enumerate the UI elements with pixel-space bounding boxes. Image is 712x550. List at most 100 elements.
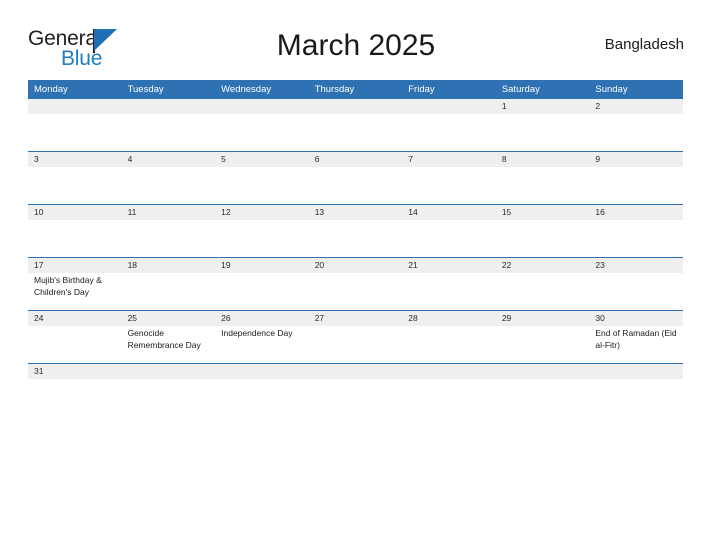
day-event <box>496 114 590 116</box>
day-number: 1 <box>495 99 590 114</box>
day-cell[interactable]: 17 Mujib's Birthday & Children's Day <box>28 257 122 311</box>
day-cell[interactable]: 26 Independence Day <box>215 310 309 364</box>
day-event <box>589 273 683 275</box>
day-number <box>121 364 216 379</box>
day-event <box>309 114 403 116</box>
day-number: 12 <box>215 205 309 220</box>
day-number <box>215 99 309 114</box>
day-cell[interactable]: 20 <box>308 257 403 311</box>
day-event <box>28 220 122 222</box>
day-cell[interactable]: 6 <box>308 151 403 205</box>
weekday-header-saturday: Saturday <box>495 80 590 99</box>
day-event <box>496 326 590 328</box>
day-cell[interactable]: 24 <box>28 310 122 364</box>
day-number: 16 <box>589 205 683 220</box>
weekday-header-thursday: Thursday <box>308 80 403 99</box>
day-number: 2 <box>589 99 683 114</box>
day-cell[interactable]: 28 <box>402 310 496 364</box>
page-title: March 2025 <box>276 29 436 62</box>
day-event <box>215 114 309 116</box>
day-number: 25 <box>121 311 216 326</box>
day-cell[interactable]: 22 <box>495 257 590 311</box>
day-cell[interactable]: 27 <box>308 310 403 364</box>
calendar-week-row: 1 2 <box>28 99 683 152</box>
day-cell[interactable]: 21 <box>402 257 496 311</box>
day-cell[interactable]: 8 <box>495 151 590 205</box>
day-cell[interactable]: 23 <box>589 257 683 311</box>
day-event <box>496 379 590 381</box>
day-event <box>28 114 122 116</box>
weekday-header-monday: Monday <box>28 80 122 99</box>
day-cell[interactable]: 4 <box>121 151 216 205</box>
month-calendar-table: Monday Tuesday Wednesday Thursday Friday… <box>28 80 683 416</box>
day-event <box>215 220 309 222</box>
day-cell[interactable]: 29 <box>495 310 590 364</box>
day-cell[interactable]: 2 <box>589 99 683 152</box>
day-cell[interactable]: 25 Genocide Remembrance Day <box>121 310 216 364</box>
day-event <box>402 273 496 275</box>
day-number: 6 <box>308 152 403 167</box>
day-number: 3 <box>28 152 122 167</box>
day-cell[interactable]: 1 <box>495 99 590 152</box>
day-cell[interactable]: 10 <box>28 204 122 258</box>
calendar-week-row: 10 11 12 13 14 15 16 <box>28 204 683 258</box>
day-event <box>28 326 122 328</box>
day-number <box>495 364 590 379</box>
day-event <box>589 220 683 222</box>
day-number: 21 <box>402 258 496 273</box>
day-cell[interactable]: 9 <box>589 151 683 205</box>
day-cell[interactable]: 5 <box>215 151 309 205</box>
day-cell[interactable]: 31 <box>28 363 122 416</box>
day-number: 30 <box>589 311 683 326</box>
day-cell[interactable] <box>402 363 496 416</box>
day-event <box>122 167 216 169</box>
day-event <box>28 379 122 381</box>
day-number <box>589 364 683 379</box>
day-cell[interactable]: 12 <box>215 204 309 258</box>
day-number: 24 <box>28 311 122 326</box>
day-cell[interactable]: 7 <box>402 151 496 205</box>
day-number: 4 <box>121 152 216 167</box>
day-number: 9 <box>589 152 683 167</box>
day-cell[interactable]: 11 <box>121 204 216 258</box>
day-number: 26 <box>215 311 309 326</box>
day-cell[interactable]: 13 <box>308 204 403 258</box>
day-event <box>589 114 683 116</box>
day-cell[interactable]: 18 <box>121 257 216 311</box>
day-event <box>402 167 496 169</box>
day-event <box>496 220 590 222</box>
day-event: End of Ramadan (Eid al-Fitr) <box>595 328 677 350</box>
day-number: 17 <box>28 258 122 273</box>
day-number: 20 <box>308 258 403 273</box>
day-event <box>215 167 309 169</box>
day-cell[interactable] <box>495 363 590 416</box>
calendar-header-row-group: Monday Tuesday Wednesday Thursday Friday… <box>28 80 683 99</box>
day-event <box>402 114 496 116</box>
weekday-header-friday: Friday <box>402 80 496 99</box>
day-cell[interactable] <box>215 363 309 416</box>
day-cell[interactable]: 19 <box>215 257 309 311</box>
day-cell[interactable] <box>215 99 309 152</box>
day-cell[interactable] <box>28 99 122 152</box>
day-cell[interactable] <box>121 363 216 416</box>
day-number <box>402 99 496 114</box>
day-cell[interactable] <box>308 99 403 152</box>
day-cell[interactable]: 3 <box>28 151 122 205</box>
day-number: 29 <box>495 311 590 326</box>
day-number <box>215 364 309 379</box>
day-cell[interactable] <box>121 99 216 152</box>
day-cell[interactable]: 30 End of Ramadan (Eid al-Fitr) <box>589 310 683 364</box>
day-event: Independence Day <box>221 328 293 338</box>
day-cell[interactable] <box>589 363 683 416</box>
day-cell[interactable] <box>402 99 496 152</box>
day-event <box>589 379 683 381</box>
day-number: 14 <box>402 205 496 220</box>
calendar-page: General Blue March 2025 Bangladesh Monda… <box>0 0 712 550</box>
calendar-week-row: 31 <box>28 363 683 416</box>
day-number: 5 <box>215 152 309 167</box>
day-cell[interactable]: 14 <box>402 204 496 258</box>
day-cell[interactable] <box>308 363 403 416</box>
day-cell[interactable]: 16 <box>589 204 683 258</box>
day-event <box>309 273 403 275</box>
day-cell[interactable]: 15 <box>495 204 590 258</box>
